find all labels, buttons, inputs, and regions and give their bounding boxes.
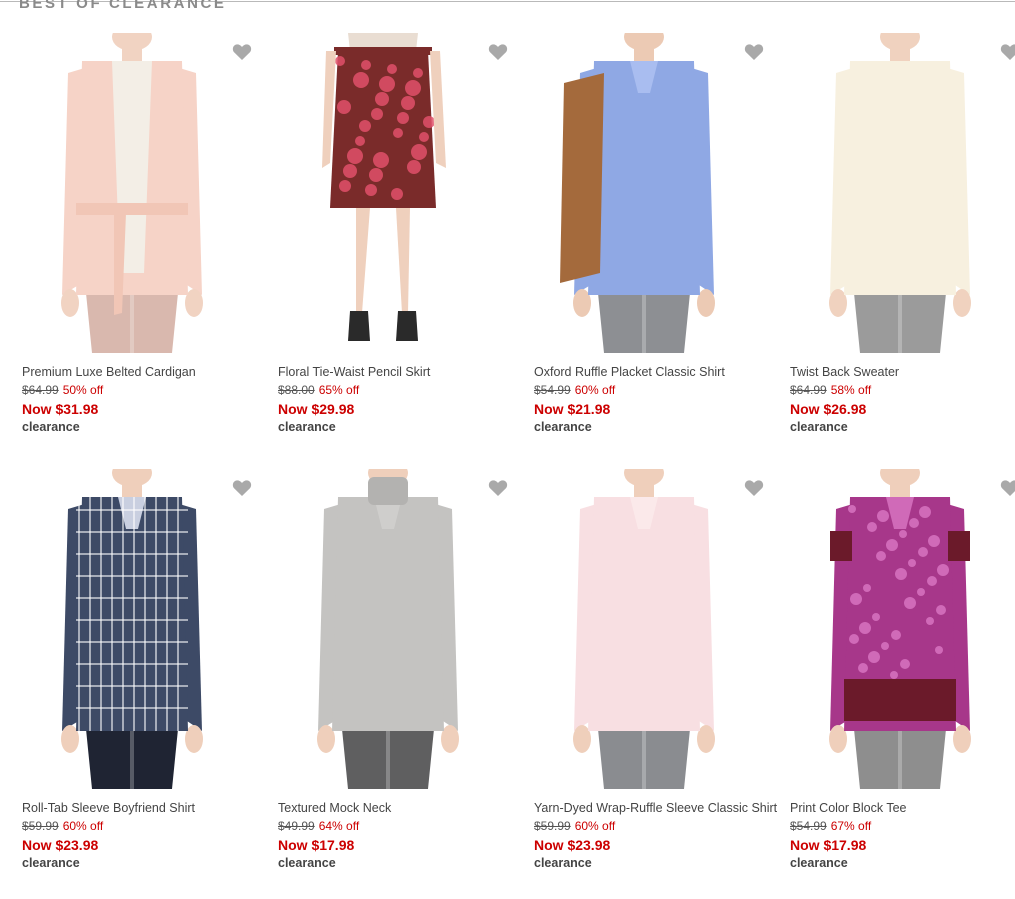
product-info: Yarn-Dyed Wrap-Ruffle Sleeve Classic Shi… <box>534 800 790 871</box>
original-price: $64.99 <box>22 383 59 397</box>
price-line: $54.99 60% off <box>534 382 790 400</box>
product-card-4[interactable]: Twist Back Sweater $64.99 58% off Now $26… <box>768 33 1015 463</box>
clearance-badge: clearance <box>278 856 336 870</box>
product-info: Roll-Tab Sleeve Boyfriend Shirt $59.99 60… <box>22 800 278 871</box>
product-name[interactable]: Premium Luxe Belted Cardigan <box>22 364 278 382</box>
heart-icon[interactable] <box>488 43 508 61</box>
discount-percent: 67% off <box>830 819 872 833</box>
product-info: Textured Mock Neck $49.99 64% off Now $17… <box>278 800 534 871</box>
product-info: Oxford Ruffle Placket Classic Shirt $54.… <box>534 364 790 435</box>
product-name[interactable]: Roll-Tab Sleeve Boyfriend Shirt <box>22 800 278 818</box>
product-image[interactable] <box>22 469 242 789</box>
product-info: Floral Tie-Waist Pencil Skirt $88.00 65% … <box>278 364 534 435</box>
price-line: $49.99 64% off <box>278 818 534 836</box>
price-line: $59.99 60% off <box>22 818 278 836</box>
product-card-8[interactable]: Print Color Block Tee $54.99 67% off Now … <box>768 469 1015 899</box>
sale-price: Now $29.98 <box>278 401 355 417</box>
product-name[interactable]: Twist Back Sweater <box>790 364 1015 382</box>
clearance-badge: clearance <box>22 420 80 434</box>
sale-price: Now $17.98 <box>790 837 867 853</box>
price-line: $64.99 58% off <box>790 382 1015 400</box>
original-price: $59.99 <box>22 819 59 833</box>
clearance-badge: clearance <box>534 856 592 870</box>
price-line: $88.00 65% off <box>278 382 534 400</box>
product-name[interactable]: Print Color Block Tee <box>790 800 1015 818</box>
clearance-badge: clearance <box>534 420 592 434</box>
sale-price: Now $23.98 <box>22 837 99 853</box>
heart-icon[interactable] <box>744 479 764 497</box>
heart-icon[interactable] <box>744 43 764 61</box>
sale-price: Now $21.98 <box>534 401 611 417</box>
heart-icon[interactable] <box>232 479 252 497</box>
product-name[interactable]: Floral Tie-Waist Pencil Skirt <box>278 364 534 382</box>
product-image[interactable] <box>278 33 498 353</box>
discount-percent: 60% off <box>574 383 616 397</box>
product-name[interactable]: Yarn-Dyed Wrap-Ruffle Sleeve Classic Shi… <box>534 800 790 818</box>
discount-percent: 58% off <box>830 383 872 397</box>
product-name[interactable]: Textured Mock Neck <box>278 800 534 818</box>
discount-percent: 50% off <box>62 383 104 397</box>
discount-percent: 64% off <box>318 819 360 833</box>
product-card-6[interactable]: Textured Mock Neck $49.99 64% off Now $17… <box>256 469 512 899</box>
heart-icon[interactable] <box>232 43 252 61</box>
product-image[interactable] <box>534 33 754 353</box>
product-card-3[interactable]: Oxford Ruffle Placket Classic Shirt $54.… <box>512 33 768 463</box>
product-grid: Premium Luxe Belted Cardigan $64.99 50% o… <box>0 0 1015 881</box>
sale-price: Now $31.98 <box>22 401 99 417</box>
original-price: $54.99 <box>534 383 571 397</box>
product-info: Premium Luxe Belted Cardigan $64.99 50% o… <box>22 364 278 435</box>
heart-icon[interactable] <box>1000 479 1015 497</box>
product-name[interactable]: Oxford Ruffle Placket Classic Shirt <box>534 364 790 382</box>
product-image[interactable] <box>278 469 498 789</box>
discount-percent: 60% off <box>574 819 616 833</box>
product-info: Twist Back Sweater $64.99 58% off Now $26… <box>790 364 1015 435</box>
product-card-2[interactable]: Floral Tie-Waist Pencil Skirt $88.00 65% … <box>256 33 512 463</box>
sale-price: Now $23.98 <box>534 837 611 853</box>
product-card-5[interactable]: Roll-Tab Sleeve Boyfriend Shirt $59.99 60… <box>0 469 256 899</box>
product-image[interactable] <box>790 469 1010 789</box>
heart-icon[interactable] <box>1000 43 1015 61</box>
product-image[interactable] <box>534 469 754 789</box>
discount-percent: 65% off <box>318 383 360 397</box>
product-image[interactable] <box>22 33 242 353</box>
sale-price: Now $26.98 <box>790 401 867 417</box>
price-line: $64.99 50% off <box>22 382 278 400</box>
original-price: $64.99 <box>790 383 827 397</box>
original-price: $59.99 <box>534 819 571 833</box>
product-card-1[interactable]: Premium Luxe Belted Cardigan $64.99 50% o… <box>0 33 256 463</box>
discount-percent: 60% off <box>62 819 104 833</box>
product-info: Print Color Block Tee $54.99 67% off Now … <box>790 800 1015 871</box>
sale-price: Now $17.98 <box>278 837 355 853</box>
original-price: $54.99 <box>790 819 827 833</box>
original-price: $88.00 <box>278 383 315 397</box>
price-line: $54.99 67% off <box>790 818 1015 836</box>
price-line: $59.99 60% off <box>534 818 790 836</box>
clearance-badge: clearance <box>278 420 336 434</box>
product-card-7[interactable]: Yarn-Dyed Wrap-Ruffle Sleeve Classic Shi… <box>512 469 777 899</box>
clearance-badge: clearance <box>790 420 848 434</box>
original-price: $49.99 <box>278 819 315 833</box>
clearance-badge: clearance <box>790 856 848 870</box>
product-image[interactable] <box>790 33 1010 353</box>
clearance-badge: clearance <box>22 856 80 870</box>
heart-icon[interactable] <box>488 479 508 497</box>
